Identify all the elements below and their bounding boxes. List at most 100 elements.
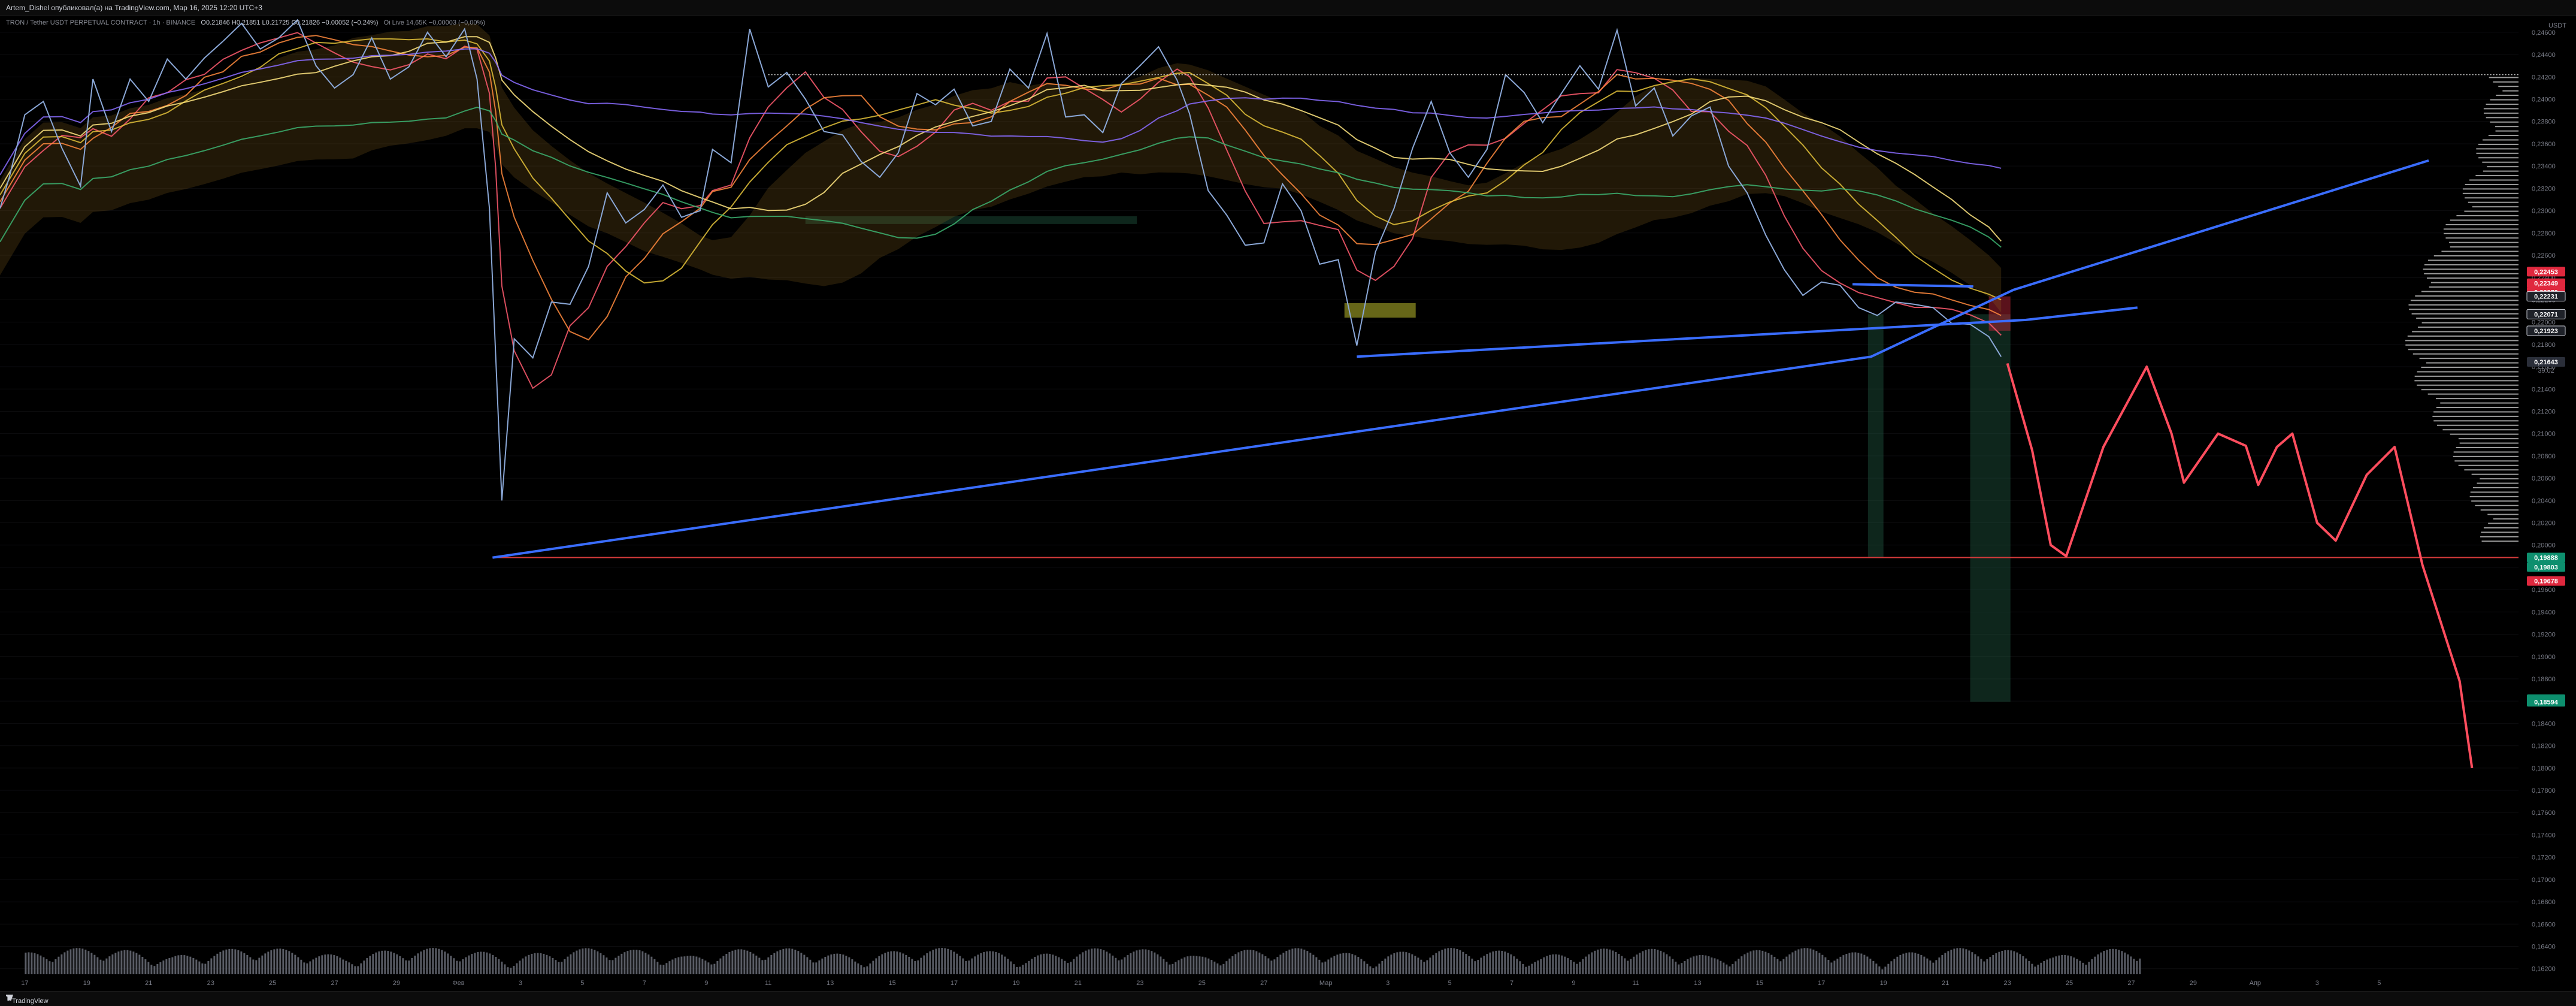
time-tick-label: 25 [269,980,276,987]
volume-bar [471,954,473,974]
volume-bar [261,955,264,974]
volume-bar [1627,960,1629,974]
volume-bar [522,958,524,974]
volume-bar [177,955,180,974]
volume-profile-bar [2441,250,2519,252]
volume-bar [1471,958,1473,974]
volume-bar [2055,956,2057,974]
volume-bar [1049,954,1051,974]
volume-bar [561,962,563,974]
volume-bar [806,957,809,974]
volume-bar [465,957,467,974]
volume-bar [309,961,311,974]
volume-bar [1582,959,1584,974]
volume-bar [1914,953,1917,974]
volume-bar [372,954,374,974]
time-tick-label: 19 [1012,980,1019,987]
volume-bar [1124,957,1126,974]
price-badge-label: 0,18594 [2534,699,2559,706]
volume-bar [641,951,644,974]
time-tick-label: 11 [765,980,771,987]
volume-bar [294,954,296,974]
volume-profile-bar [2418,327,2519,328]
price-tick-label: 0,21200 [2532,408,2556,415]
volume-profile-bar [2421,367,2519,368]
volume-profile-bar [2472,206,2519,208]
price-tick-label: 0,16400 [2532,943,2556,950]
volume-bar [348,962,350,974]
volume-bar [908,957,910,974]
volume-bar [1225,961,1228,974]
price-axis[interactable]: 0,24600 0,24400 0,24200 0,24000 0,23800 0,236… [2519,16,2576,974]
time-tick-label: 3 [2315,980,2319,987]
volume-bar [300,959,302,974]
volume-bar [1441,950,1443,974]
price-tick-label: 0,23200 [2532,185,2556,192]
volume-bar [854,961,856,974]
volume-bar [1920,954,1923,974]
volume-bar [1761,950,1764,974]
volume-bar [606,957,608,974]
volume-bar [800,953,803,974]
volume-bar [752,953,755,974]
volume-bar [1495,950,1497,974]
publish-header: Artem_Dishel опубликовал(а) на TradingVi… [0,0,2576,16]
volume-bar [81,948,84,974]
volume-bar [1133,951,1135,974]
volume-bar [761,960,764,974]
volume-profile-bar [2469,496,2519,497]
volume-bar [537,953,539,974]
volume-bar [1633,956,1635,974]
volume-bar [1690,957,1692,974]
volume-profile-bar [2427,259,2519,261]
volume-bar [746,950,749,974]
volume-profile-bar [2464,469,2519,471]
volume-bar [1899,954,1902,974]
volume-bar [2121,951,2123,974]
volume-bar [459,961,461,974]
price-tick-label: 0,22800 [2532,230,2556,237]
volume-bar [399,956,401,974]
volume-bar [1902,953,1905,974]
time-tick-label: 19 [83,980,90,987]
volume-bar [1848,953,1851,974]
volume-profile-bar [2481,540,2519,542]
volume-bar [1600,948,1602,974]
symbol-name[interactable]: TRON / Tether USDT PERPETUAL CONTRACT · … [6,19,195,26]
volume-bar [656,962,659,974]
chart-canvas[interactable]: 0,24600 0,24400 0,24200 0,24000 0,23800 0,236… [0,0,2576,1005]
volume-bar [1219,965,1222,974]
volume-bar [2115,949,2117,974]
volume-bar [2088,962,2090,974]
volume-bar [767,957,770,974]
price-badge-label: 0,19888 [2534,555,2558,562]
volume-bar [1414,956,1416,974]
volume-bar [1636,954,1638,974]
volume-bar [905,954,907,974]
volume-bar [659,964,662,974]
volume-bar [87,951,90,974]
time-tick-label: 23 [207,980,214,987]
price-tick-label: 0,20200 [2532,520,2556,527]
volume-bar [393,953,395,974]
volume-bar [162,960,165,974]
price-tick-label: 0,20800 [2532,453,2556,460]
volume-profile-bar [2436,407,2519,409]
volume-bar [2061,954,2063,974]
volume-bar [1028,960,1030,974]
volume-bar [147,962,150,974]
volume-bar [875,958,877,974]
volume-bar [1558,954,1560,974]
price-tick-label: 0,24200 [2532,74,2556,81]
volume-bar [740,949,743,974]
volume-bar [558,962,560,974]
volume-bar [863,967,865,974]
volume-bar [1630,959,1632,974]
volume-bar [1830,962,1833,974]
volume-profile-bar [2407,335,2519,337]
price-tick-label: 0,17800 [2532,787,2556,794]
volume-bar [31,952,33,974]
volume-bar [1112,955,1114,974]
volume-bar [315,957,317,974]
symbol-legend[interactable]: TRON / Tether USDT PERPETUAL CONTRACT · … [6,19,485,26]
